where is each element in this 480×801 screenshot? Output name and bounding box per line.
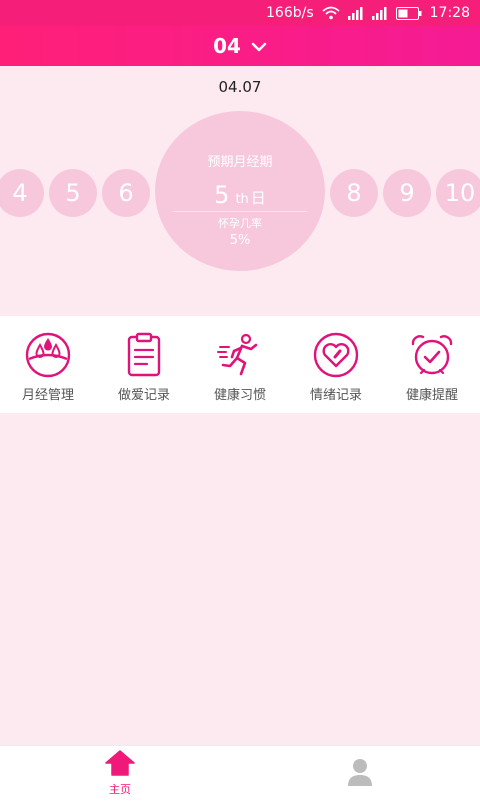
- current-day-circle[interactable]: 预期月经期 5 th 日 怀孕几率 5%: [155, 111, 325, 271]
- day-unit: 日: [250, 189, 266, 207]
- pregnancy-chance-label: 怀孕几率: [218, 217, 262, 230]
- day-circle[interactable]: 5: [49, 169, 97, 217]
- bottom-nav: 主页: [0, 745, 480, 801]
- signal-icon: [347, 6, 364, 20]
- pregnancy-chance-value: 5%: [229, 233, 251, 248]
- alarm-clock-icon: [409, 332, 455, 378]
- nav-profile[interactable]: [240, 746, 480, 801]
- day-circle[interactable]: 9: [383, 169, 431, 217]
- notepad-icon: [121, 332, 167, 378]
- clock-time: 17:28: [429, 5, 470, 21]
- tool-mood-record[interactable]: 情绪记录: [288, 316, 384, 403]
- tool-shortcuts: 月经管理 做爱记录 健康习惯 情绪记录 健康提醒: [0, 316, 480, 413]
- tool-label: 做爱记录: [117, 388, 170, 403]
- day-suffix: th: [235, 192, 249, 207]
- home-icon: [105, 750, 135, 780]
- person-icon: [347, 757, 373, 791]
- droplets-icon: [25, 332, 71, 378]
- nav-home-label: 主页: [109, 783, 131, 796]
- wifi-icon: [322, 6, 340, 20]
- day-circle[interactable]: 6: [102, 169, 150, 217]
- tool-label: 健康习惯: [213, 388, 266, 403]
- chevron-down-icon: [251, 37, 267, 56]
- signal-icon: [371, 6, 388, 20]
- selected-date: 04.07: [218, 78, 262, 96]
- day-circle[interactable]: 10: [436, 169, 480, 217]
- tool-period-management[interactable]: 月经管理: [0, 316, 96, 403]
- current-day: 5 th 日: [155, 181, 325, 209]
- tool-health-habits[interactable]: 健康习惯: [192, 316, 288, 403]
- app-header: 04: [0, 26, 480, 66]
- tool-label: 月经管理: [21, 388, 74, 403]
- battery-icon: [395, 6, 422, 20]
- heart-icon: [313, 332, 359, 378]
- tool-label: 健康提醒: [405, 388, 458, 403]
- nav-home[interactable]: 主页: [0, 746, 240, 801]
- period-status: 预期月经期: [207, 155, 273, 170]
- tool-label: 情绪记录: [309, 388, 362, 403]
- month-label: 04: [213, 34, 241, 58]
- runner-icon: [217, 332, 263, 378]
- divider: [173, 211, 307, 212]
- month-selector[interactable]: 04: [213, 34, 267, 58]
- day-circle[interactable]: 4: [0, 169, 44, 217]
- network-speed: 166b/s: [266, 5, 314, 21]
- tool-intimacy-record[interactable]: 做爱记录: [96, 316, 192, 403]
- day-number: 5: [214, 181, 230, 209]
- day-circle[interactable]: 8: [330, 169, 378, 217]
- tool-health-reminder[interactable]: 健康提醒: [384, 316, 480, 403]
- calendar-area: 04.07 4 5 6 预期月经期 5 th 日 怀孕几率 5% 8 9 10: [0, 66, 480, 316]
- status-bar: 166b/s 17:28: [0, 0, 480, 26]
